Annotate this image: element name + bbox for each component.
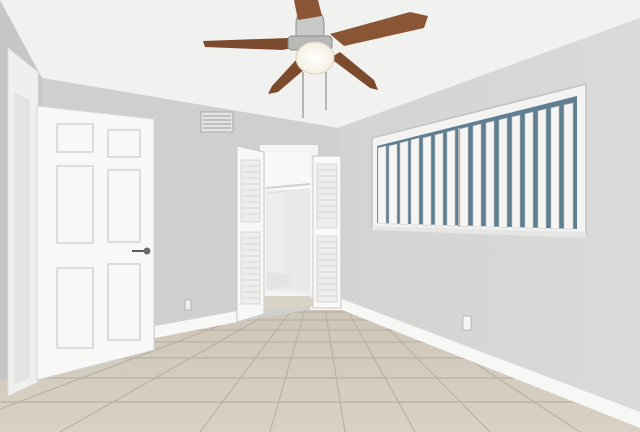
louvered-door-left	[236, 145, 265, 323]
interior-door	[36, 105, 155, 381]
door-opening-shadow	[14, 92, 30, 384]
bedroom-scene	[0, 0, 640, 432]
bedroom-photo	[0, 0, 640, 432]
closet-doorway	[256, 145, 318, 312]
wall-outlet-back	[184, 299, 192, 311]
fan-light-icon	[295, 41, 335, 75]
door-knob-icon	[143, 247, 151, 255]
wall-outlet	[462, 315, 472, 331]
hvac-vent	[200, 111, 234, 133]
louvered-door-right	[312, 155, 342, 309]
